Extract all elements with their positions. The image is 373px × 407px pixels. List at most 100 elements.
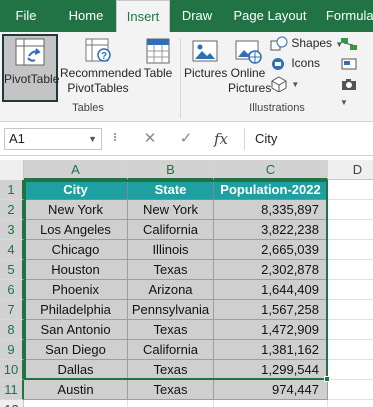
row-header[interactable]: 3 xyxy=(0,220,24,240)
table-cell[interactable]: Texas xyxy=(128,260,214,280)
table-cell[interactable]: 8,335,897 xyxy=(214,200,328,220)
table-cell[interactable]: Chicago xyxy=(24,240,128,260)
empty-cell[interactable] xyxy=(328,300,373,320)
table-cell[interactable]: San Antonio xyxy=(24,320,128,340)
fill-handle[interactable] xyxy=(324,376,330,382)
online-pictures-icon xyxy=(235,40,262,64)
icons-button[interactable]: Icons xyxy=(270,54,320,72)
3d-cube-icon xyxy=(271,76,287,93)
table-cell[interactable]: Dallas xyxy=(24,360,128,380)
table-button[interactable]: Table xyxy=(140,36,176,86)
table-cell[interactable]: Arizona xyxy=(128,280,214,300)
row-header[interactable]: 10 xyxy=(0,360,24,380)
table-cell[interactable]: 1,472,909 xyxy=(214,320,328,340)
recommended-pivottables-button[interactable]: ? Recommended PivotTables xyxy=(60,36,141,100)
insert-function-icon[interactable]: fx xyxy=(210,130,232,148)
tab-file[interactable]: File xyxy=(0,0,52,32)
empty-cell[interactable] xyxy=(128,400,214,407)
chevron-down-icon: ▼ xyxy=(291,80,300,89)
row-header[interactable]: 2 xyxy=(0,200,24,220)
pictures-button[interactable]: Pictures xyxy=(184,36,227,86)
table-cell[interactable]: 1,644,409 xyxy=(214,280,328,300)
empty-cell[interactable] xyxy=(328,220,373,240)
table-cell[interactable]: New York xyxy=(24,200,128,220)
shapes-label: Shapes xyxy=(291,36,333,50)
online-pictures-button[interactable]: Online Pictures xyxy=(228,36,271,100)
row-header[interactable]: 9 xyxy=(0,340,24,360)
row-header[interactable]: 11 xyxy=(0,380,24,400)
empty-cell[interactable] xyxy=(328,260,373,280)
table-cell[interactable]: Texas xyxy=(128,380,214,400)
smartart-button[interactable] xyxy=(340,34,358,52)
screenshot-button[interactable] xyxy=(340,54,358,72)
table-cell[interactable]: San Diego xyxy=(24,340,128,360)
tab-insert[interactable]: Insert xyxy=(116,0,170,32)
group-separator xyxy=(180,38,181,118)
table-cell[interactable]: Texas xyxy=(128,320,214,340)
table-cell[interactable]: 1,381,162 xyxy=(214,340,328,360)
header-cell[interactable]: City xyxy=(24,180,128,200)
row-header[interactable]: 5 xyxy=(0,260,24,280)
table-cell[interactable]: Austin xyxy=(24,380,128,400)
column-header-b[interactable]: B xyxy=(128,160,214,180)
row-header[interactable]: 4 xyxy=(0,240,24,260)
table-cell[interactable]: 974,447 xyxy=(214,380,328,400)
table-cell[interactable]: Texas xyxy=(128,360,214,380)
empty-cell[interactable] xyxy=(328,400,373,407)
table-cell[interactable]: Los Angeles xyxy=(24,220,128,240)
empty-cell[interactable] xyxy=(214,400,328,407)
table-cell[interactable]: California xyxy=(128,220,214,240)
row-header[interactable]: 7 xyxy=(0,300,24,320)
drag-handle-icon[interactable] xyxy=(114,132,118,146)
empty-cell[interactable] xyxy=(24,400,128,407)
table-cell[interactable]: Illinois xyxy=(128,240,214,260)
table-cell[interactable]: 2,665,039 xyxy=(214,240,328,260)
row-header[interactable]: 8 xyxy=(0,320,24,340)
screenshot-icon xyxy=(341,58,357,70)
add-ins-button[interactable]: ▼ xyxy=(340,74,373,107)
empty-cell[interactable] xyxy=(328,280,373,300)
smartart-icon xyxy=(341,37,357,50)
column-header-d[interactable]: D xyxy=(328,160,373,180)
3d-models-button[interactable]: ▼ xyxy=(270,74,300,93)
shapes-button[interactable]: Shapes ▼ xyxy=(270,34,343,52)
empty-cell[interactable] xyxy=(328,320,373,340)
tab-page-layout[interactable]: Page Layout xyxy=(226,0,314,32)
formula-input[interactable]: City xyxy=(244,128,371,150)
empty-cell[interactable] xyxy=(328,340,373,360)
table-cell[interactable]: Pennsylvania xyxy=(128,300,214,320)
name-box[interactable]: A1 ▼ xyxy=(4,128,102,150)
cancel-icon[interactable]: ✕ xyxy=(140,130,160,148)
column-header-c[interactable]: C xyxy=(214,160,328,180)
empty-cell[interactable] xyxy=(328,380,373,400)
empty-cell[interactable] xyxy=(328,240,373,260)
tab-home[interactable]: Home xyxy=(58,0,114,32)
table-cell[interactable]: 3,822,238 xyxy=(214,220,328,240)
header-cell[interactable]: State xyxy=(128,180,214,200)
empty-cell[interactable] xyxy=(328,360,373,380)
tab-formulas[interactable]: Formulas xyxy=(318,0,373,32)
empty-cell[interactable] xyxy=(328,180,373,200)
table-label: Table xyxy=(143,66,173,80)
table-cell[interactable]: Philadelphia xyxy=(24,300,128,320)
select-all-corner[interactable] xyxy=(0,160,24,180)
table-cell[interactable]: 1,299,544 xyxy=(214,360,328,380)
pivottable-button[interactable]: PivotTable xyxy=(2,34,59,102)
column-header-a[interactable]: A xyxy=(24,160,128,180)
tab-draw[interactable]: Draw xyxy=(174,0,220,32)
enter-icon[interactable]: ✓ xyxy=(176,130,196,148)
row-header[interactable]: 12 xyxy=(0,400,24,407)
header-cell[interactable]: Population-2022 xyxy=(214,180,328,200)
table-cell[interactable]: California xyxy=(128,340,214,360)
table-cell[interactable]: New York xyxy=(128,200,214,220)
row-header[interactable]: 1 xyxy=(0,180,24,200)
chevron-down-icon[interactable]: ▼ xyxy=(88,129,97,149)
empty-cell[interactable] xyxy=(328,200,373,220)
column-headers: A B C D xyxy=(0,160,373,180)
table-cell[interactable]: 2,302,878 xyxy=(214,260,328,280)
row-header[interactable]: 6 xyxy=(0,280,24,300)
table-cell[interactable]: Phoenix xyxy=(24,280,128,300)
table-cell[interactable]: 1,567,258 xyxy=(214,300,328,320)
table-cell[interactable]: Houston xyxy=(24,260,128,280)
icons-icon xyxy=(272,57,284,70)
